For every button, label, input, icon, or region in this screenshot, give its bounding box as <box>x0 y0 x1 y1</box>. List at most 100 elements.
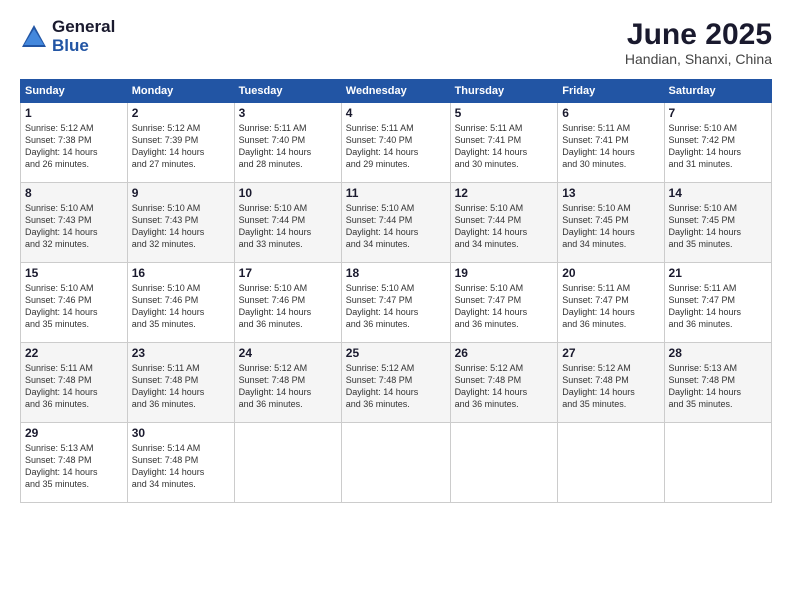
day-info: Sunrise: 5:12 AM Sunset: 7:48 PM Dayligh… <box>346 362 446 411</box>
day-info: Sunrise: 5:11 AM Sunset: 7:41 PM Dayligh… <box>562 122 659 171</box>
day-info: Sunrise: 5:12 AM Sunset: 7:48 PM Dayligh… <box>239 362 337 411</box>
day-info: Sunrise: 5:13 AM Sunset: 7:48 PM Dayligh… <box>669 362 767 411</box>
day-number: 2 <box>132 106 230 120</box>
calendar-cell: 9 Sunrise: 5:10 AM Sunset: 7:43 PM Daylig… <box>127 183 234 263</box>
day-info: Sunrise: 5:11 AM Sunset: 7:47 PM Dayligh… <box>562 282 659 331</box>
day-number: 4 <box>346 106 446 120</box>
day-info: Sunrise: 5:10 AM Sunset: 7:47 PM Dayligh… <box>346 282 446 331</box>
day-info: Sunrise: 5:10 AM Sunset: 7:43 PM Dayligh… <box>132 202 230 251</box>
calendar-cell: 29Sunrise: 5:13 AM Sunset: 7:48 PM Dayli… <box>21 423 128 503</box>
calendar-cell: 16Sunrise: 5:10 AM Sunset: 7:46 PM Dayli… <box>127 263 234 343</box>
calendar-cell: 17Sunrise: 5:10 AM Sunset: 7:46 PM Dayli… <box>234 263 341 343</box>
day-info: Sunrise: 5:10 AM Sunset: 7:44 PM Dayligh… <box>455 202 554 251</box>
day-info: Sunrise: 5:11 AM Sunset: 7:41 PM Dayligh… <box>455 122 554 171</box>
day-info: Sunrise: 5:12 AM Sunset: 7:48 PM Dayligh… <box>455 362 554 411</box>
day-number: 18 <box>346 266 446 280</box>
weekday-header-wednesday: Wednesday <box>341 80 450 103</box>
day-number: 27 <box>562 346 659 360</box>
calendar-cell: 28 Sunrise: 5:13 AM Sunset: 7:48 PM Dayli… <box>664 343 771 423</box>
day-number: 30 <box>132 426 230 440</box>
weekday-header-thursday: Thursday <box>450 80 558 103</box>
day-number: 15 <box>25 266 123 280</box>
day-info: Sunrise: 5:11 AM Sunset: 7:40 PM Dayligh… <box>346 122 446 171</box>
logo-icon <box>20 23 48 51</box>
calendar-cell: 11 Sunrise: 5:10 AM Sunset: 7:44 PM Dayli… <box>341 183 450 263</box>
calendar-cell: 27 Sunrise: 5:12 AM Sunset: 7:48 PM Dayli… <box>558 343 664 423</box>
day-number: 21 <box>669 266 767 280</box>
day-number: 10 <box>239 186 337 200</box>
calendar-week-row: 22 Sunrise: 5:11 AM Sunset: 7:48 PM Dayli… <box>21 343 772 423</box>
day-info: Sunrise: 5:11 AM Sunset: 7:40 PM Dayligh… <box>239 122 337 171</box>
day-info: Sunrise: 5:10 AM Sunset: 7:45 PM Dayligh… <box>669 202 767 251</box>
header: General Blue June 2025 Handian, Shanxi, … <box>20 18 772 67</box>
day-number: 28 <box>669 346 767 360</box>
page: General Blue June 2025 Handian, Shanxi, … <box>0 0 792 612</box>
title-block: June 2025 Handian, Shanxi, China <box>625 18 772 67</box>
weekday-header-sunday: Sunday <box>21 80 128 103</box>
weekday-header-friday: Friday <box>558 80 664 103</box>
logo-text: General Blue <box>52 18 115 55</box>
calendar-cell <box>341 423 450 503</box>
calendar-cell: 6 Sunrise: 5:11 AM Sunset: 7:41 PM Daylig… <box>558 103 664 183</box>
calendar-cell: 8Sunrise: 5:10 AM Sunset: 7:43 PM Daylig… <box>21 183 128 263</box>
day-number: 13 <box>562 186 659 200</box>
weekday-header-tuesday: Tuesday <box>234 80 341 103</box>
calendar-cell: 13 Sunrise: 5:10 AM Sunset: 7:45 PM Dayli… <box>558 183 664 263</box>
calendar-cell: 3Sunrise: 5:11 AM Sunset: 7:40 PM Daylig… <box>234 103 341 183</box>
day-number: 1 <box>25 106 123 120</box>
day-info: Sunrise: 5:12 AM Sunset: 7:38 PM Dayligh… <box>25 122 123 171</box>
calendar-week-row: 1 Sunrise: 5:12 AM Sunset: 7:38 PM Daylig… <box>21 103 772 183</box>
logo-blue-text: Blue <box>52 37 115 56</box>
calendar-cell <box>664 423 771 503</box>
day-info: Sunrise: 5:14 AM Sunset: 7:48 PM Dayligh… <box>132 442 230 491</box>
day-info: Sunrise: 5:10 AM Sunset: 7:45 PM Dayligh… <box>562 202 659 251</box>
day-info: Sunrise: 5:10 AM Sunset: 7:42 PM Dayligh… <box>669 122 767 171</box>
weekday-header-monday: Monday <box>127 80 234 103</box>
day-number: 19 <box>455 266 554 280</box>
logo: General Blue <box>20 18 115 55</box>
month-title: June 2025 <box>625 18 772 51</box>
calendar-cell: 7Sunrise: 5:10 AM Sunset: 7:42 PM Daylig… <box>664 103 771 183</box>
calendar-cell: 10 Sunrise: 5:10 AM Sunset: 7:44 PM Dayli… <box>234 183 341 263</box>
calendar-cell: 23 Sunrise: 5:11 AM Sunset: 7:48 PM Dayli… <box>127 343 234 423</box>
calendar-cell: 26Sunrise: 5:12 AM Sunset: 7:48 PM Dayli… <box>450 343 558 423</box>
day-info: Sunrise: 5:11 AM Sunset: 7:47 PM Dayligh… <box>669 282 767 331</box>
calendar-cell <box>234 423 341 503</box>
day-number: 9 <box>132 186 230 200</box>
day-info: Sunrise: 5:10 AM Sunset: 7:43 PM Dayligh… <box>25 202 123 251</box>
calendar-header: SundayMondayTuesdayWednesdayThursdayFrid… <box>21 80 772 103</box>
day-number: 20 <box>562 266 659 280</box>
day-number: 5 <box>455 106 554 120</box>
calendar-cell: 4 Sunrise: 5:11 AM Sunset: 7:40 PM Daylig… <box>341 103 450 183</box>
day-number: 23 <box>132 346 230 360</box>
calendar-body: 1 Sunrise: 5:12 AM Sunset: 7:38 PM Daylig… <box>21 103 772 503</box>
calendar-cell: 15Sunrise: 5:10 AM Sunset: 7:46 PM Dayli… <box>21 263 128 343</box>
day-number: 16 <box>132 266 230 280</box>
day-info: Sunrise: 5:12 AM Sunset: 7:48 PM Dayligh… <box>562 362 659 411</box>
calendar-cell: 12Sunrise: 5:10 AM Sunset: 7:44 PM Dayli… <box>450 183 558 263</box>
day-info: Sunrise: 5:10 AM Sunset: 7:47 PM Dayligh… <box>455 282 554 331</box>
calendar-week-row: 15Sunrise: 5:10 AM Sunset: 7:46 PM Dayli… <box>21 263 772 343</box>
day-number: 24 <box>239 346 337 360</box>
day-number: 14 <box>669 186 767 200</box>
day-number: 25 <box>346 346 446 360</box>
day-number: 6 <box>562 106 659 120</box>
day-info: Sunrise: 5:10 AM Sunset: 7:44 PM Dayligh… <box>346 202 446 251</box>
day-info: Sunrise: 5:13 AM Sunset: 7:48 PM Dayligh… <box>25 442 123 491</box>
day-info: Sunrise: 5:11 AM Sunset: 7:48 PM Dayligh… <box>132 362 230 411</box>
day-number: 22 <box>25 346 123 360</box>
calendar-cell: 22 Sunrise: 5:11 AM Sunset: 7:48 PM Dayli… <box>21 343 128 423</box>
calendar-cell <box>558 423 664 503</box>
calendar-cell: 18 Sunrise: 5:10 AM Sunset: 7:47 PM Dayli… <box>341 263 450 343</box>
day-info: Sunrise: 5:12 AM Sunset: 7:39 PM Dayligh… <box>132 122 230 171</box>
calendar-cell: 30 Sunrise: 5:14 AM Sunset: 7:48 PM Dayli… <box>127 423 234 503</box>
weekday-header-saturday: Saturday <box>664 80 771 103</box>
calendar-cell: 5 Sunrise: 5:11 AM Sunset: 7:41 PM Daylig… <box>450 103 558 183</box>
day-info: Sunrise: 5:10 AM Sunset: 7:44 PM Dayligh… <box>239 202 337 251</box>
calendar-cell <box>450 423 558 503</box>
day-info: Sunrise: 5:11 AM Sunset: 7:48 PM Dayligh… <box>25 362 123 411</box>
calendar-cell: 21 Sunrise: 5:11 AM Sunset: 7:47 PM Dayli… <box>664 263 771 343</box>
day-number: 11 <box>346 186 446 200</box>
day-number: 17 <box>239 266 337 280</box>
calendar-cell: 24 Sunrise: 5:12 AM Sunset: 7:48 PM Dayli… <box>234 343 341 423</box>
